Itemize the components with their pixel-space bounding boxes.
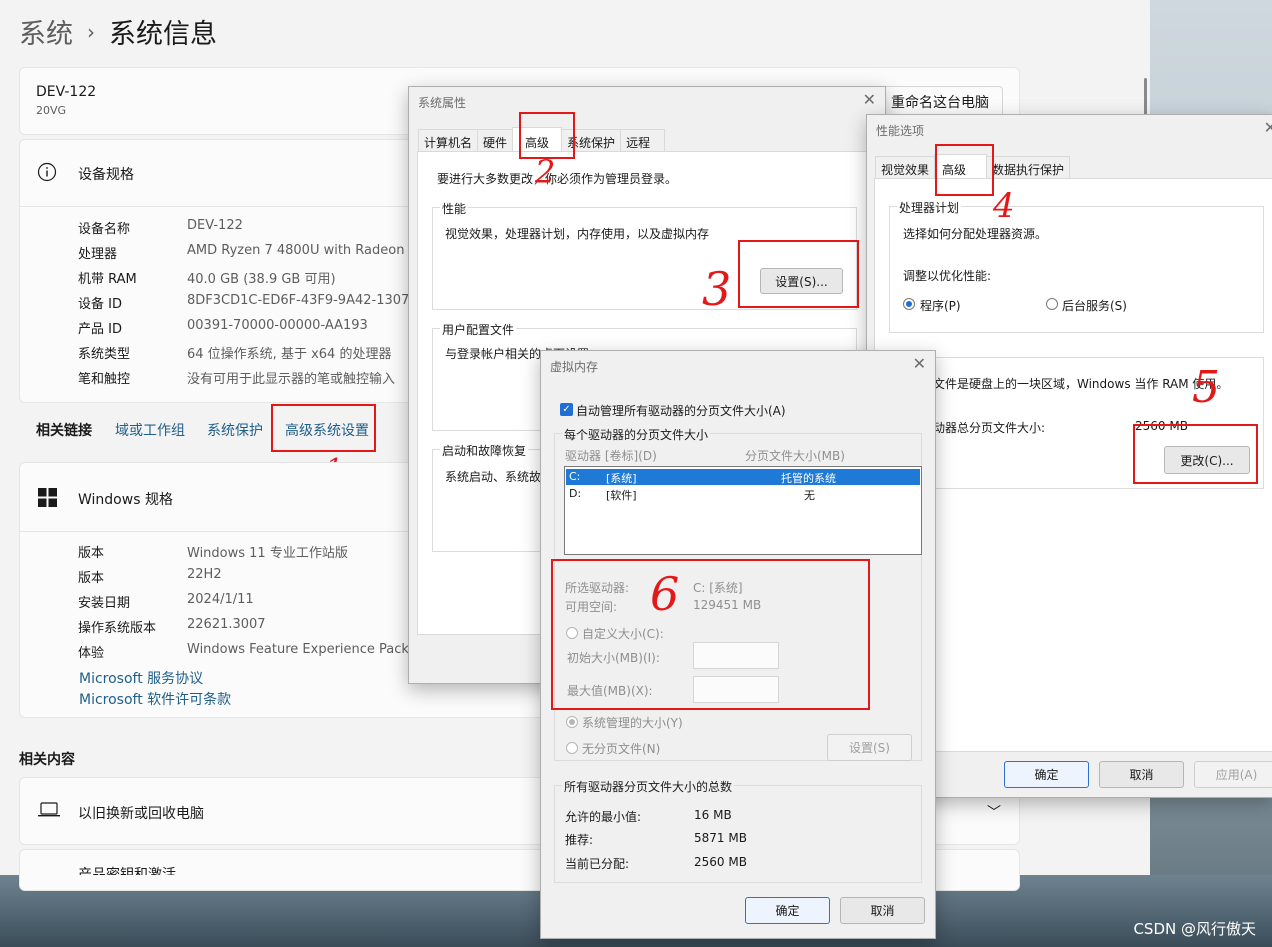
drive-row[interactable]: D: [软件] 无 — [566, 486, 920, 502]
col-size-header: 分页文件大小(MB) — [745, 449, 845, 463]
highlight-box-1 — [271, 404, 376, 452]
pc-name: DEV-122 — [36, 84, 97, 100]
related-links-label: 相关链接 — [36, 423, 92, 439]
admin-note: 要进行大多数更改，你必须作为管理员登录。 — [437, 172, 678, 186]
title-bar: 系统属性 ✕ — [418, 90, 876, 110]
spec-row: 体验 Windows Feature Experience Pack 10 — [78, 642, 430, 661]
set-button[interactable]: 设置(S) — [827, 734, 912, 761]
vm-total-label: 动器总分页文件大小: — [933, 421, 1046, 435]
radio-background-services-label: 后台服务(S) — [1062, 299, 1127, 313]
spec-row: 安装日期 2024/1/11 — [78, 592, 254, 611]
spec-row: 处理器 AMD Ryzen 7 4800U with Radeon G — [78, 243, 419, 262]
spec-row: 笔和触控 没有可用于此显示器的笔或触控输入 — [78, 372, 396, 387]
drive-row[interactable]: C: [系统] 托管的系统 — [566, 469, 920, 485]
chevron-down-icon[interactable]: ﹀ — [987, 802, 1001, 822]
vm-desc: 文件是硬盘上的一块区域，Windows 当作 RAM 使用。 — [933, 377, 1229, 391]
highlight-box-4 — [935, 144, 994, 196]
cancel-button[interactable]: 取消 — [840, 897, 925, 924]
radio-no-paging[interactable] — [566, 742, 578, 754]
no-paging-label: 无分页文件(N) — [582, 742, 661, 756]
laptop-icon — [38, 802, 60, 817]
current-value: 2560 MB — [694, 855, 747, 869]
pc-model: 20VG — [36, 104, 67, 117]
highlight-box-5 — [1133, 424, 1258, 484]
drive-list[interactable]: C: [系统] 托管的系统 D: [软件] 无 — [564, 466, 922, 555]
link-system-protection[interactable]: 系统保护 — [207, 420, 263, 440]
min-value: 16 MB — [694, 808, 732, 822]
title-bar: 性能选项 ✕ — [867, 115, 1272, 143]
close-icon[interactable]: ✕ — [863, 90, 876, 109]
radio-programs[interactable] — [903, 298, 915, 310]
trade-in-label: 以旧换新或回收电脑 — [78, 806, 204, 822]
spec-row: 版本 Windows 11 专业工作站版 — [78, 546, 348, 561]
cancel-button[interactable]: 取消 — [1099, 761, 1184, 788]
ok-button[interactable]: 确定 — [1004, 761, 1089, 788]
startup-recovery-desc: 系统启动、系统故 — [445, 470, 542, 484]
annotation-6: 6 — [650, 567, 680, 621]
breadcrumb: 系统 › 系统信息 — [19, 12, 217, 51]
title-bar: 虚拟内存 ✕ — [550, 354, 926, 374]
auto-manage-label: 自动管理所有驱动器的分页文件大小(A) — [576, 404, 786, 418]
performance-desc: 视觉效果，处理器计划，内存使用，以及虚拟内存 — [445, 227, 710, 241]
spec-row: 系统类型 64 位操作系统, 基于 x64 的处理器 — [78, 347, 392, 362]
annotation-5: 5 — [1192, 362, 1220, 413]
ok-button[interactable]: 确定 — [745, 897, 830, 924]
annotation-4: 4 — [993, 186, 1015, 226]
optimize-label: 调整以优化性能: — [903, 269, 992, 283]
close-icon[interactable]: ✕ — [913, 354, 926, 373]
system-managed-label: 系统管理的大小(Y) — [582, 716, 683, 730]
annotation-3: 3 — [702, 262, 732, 316]
min-label: 允许的最小值: — [565, 810, 642, 824]
annotation-2: 2 — [535, 153, 556, 191]
chevron-right-icon: › — [87, 19, 95, 44]
breadcrumb-parent[interactable]: 系统 — [19, 12, 73, 51]
spec-row: 机带 RAM 40.0 GB (38.9 GB 可用) — [78, 272, 336, 287]
scrollbar[interactable] — [1144, 78, 1147, 118]
spec-row: 设备名称 DEV-122 — [78, 218, 243, 237]
highlight-box-3 — [738, 240, 859, 308]
recommended-value: 5871 MB — [694, 831, 747, 845]
link-ms-services-agreement[interactable]: Microsoft 服务协议 — [79, 668, 203, 688]
auto-manage-checkbox[interactable]: ✓ — [560, 403, 573, 416]
windows-spec-title: Windows 规格 — [78, 492, 173, 508]
radio-system-managed[interactable] — [566, 716, 578, 728]
scheduling-desc: 选择如何分配处理器资源。 — [903, 227, 1048, 241]
recommended-label: 推荐: — [565, 833, 594, 847]
windows-logo-icon — [38, 488, 57, 507]
radio-programs-label: 程序(P) — [920, 299, 961, 313]
related-content-title: 相关内容 — [19, 752, 75, 768]
apply-button[interactable]: 应用(A) — [1194, 761, 1272, 788]
link-domain-workgroup[interactable]: 域或工作组 — [115, 420, 185, 440]
radio-background-services[interactable] — [1046, 298, 1058, 310]
spec-row: 版本 22H2 — [78, 567, 222, 586]
spec-row: 设备 ID 8DF3CD1C-ED6F-43F9-9A42-130741 — [78, 293, 426, 312]
device-spec-title: 设备规格 — [78, 167, 134, 183]
col-drive-header: 驱动器 [卷标](D) — [565, 449, 657, 463]
watermark: CSDN @风行傲天 — [1133, 920, 1256, 938]
product-key-label: 产品密钥和激活 — [78, 867, 176, 875]
spec-row: 操作系统版本 22621.3007 — [78, 617, 266, 636]
highlight-box-2 — [519, 112, 575, 159]
current-label: 当前已分配: — [565, 857, 630, 871]
highlight-box-6 — [551, 559, 870, 710]
close-icon[interactable]: ✕ — [1264, 118, 1272, 137]
link-ms-license-terms[interactable]: Microsoft 软件许可条款 — [79, 689, 231, 709]
spec-row: 产品 ID 00391-70000-00000-AA193 — [78, 318, 368, 337]
info-icon — [37, 162, 57, 182]
page-title: 系统信息 — [109, 19, 217, 50]
